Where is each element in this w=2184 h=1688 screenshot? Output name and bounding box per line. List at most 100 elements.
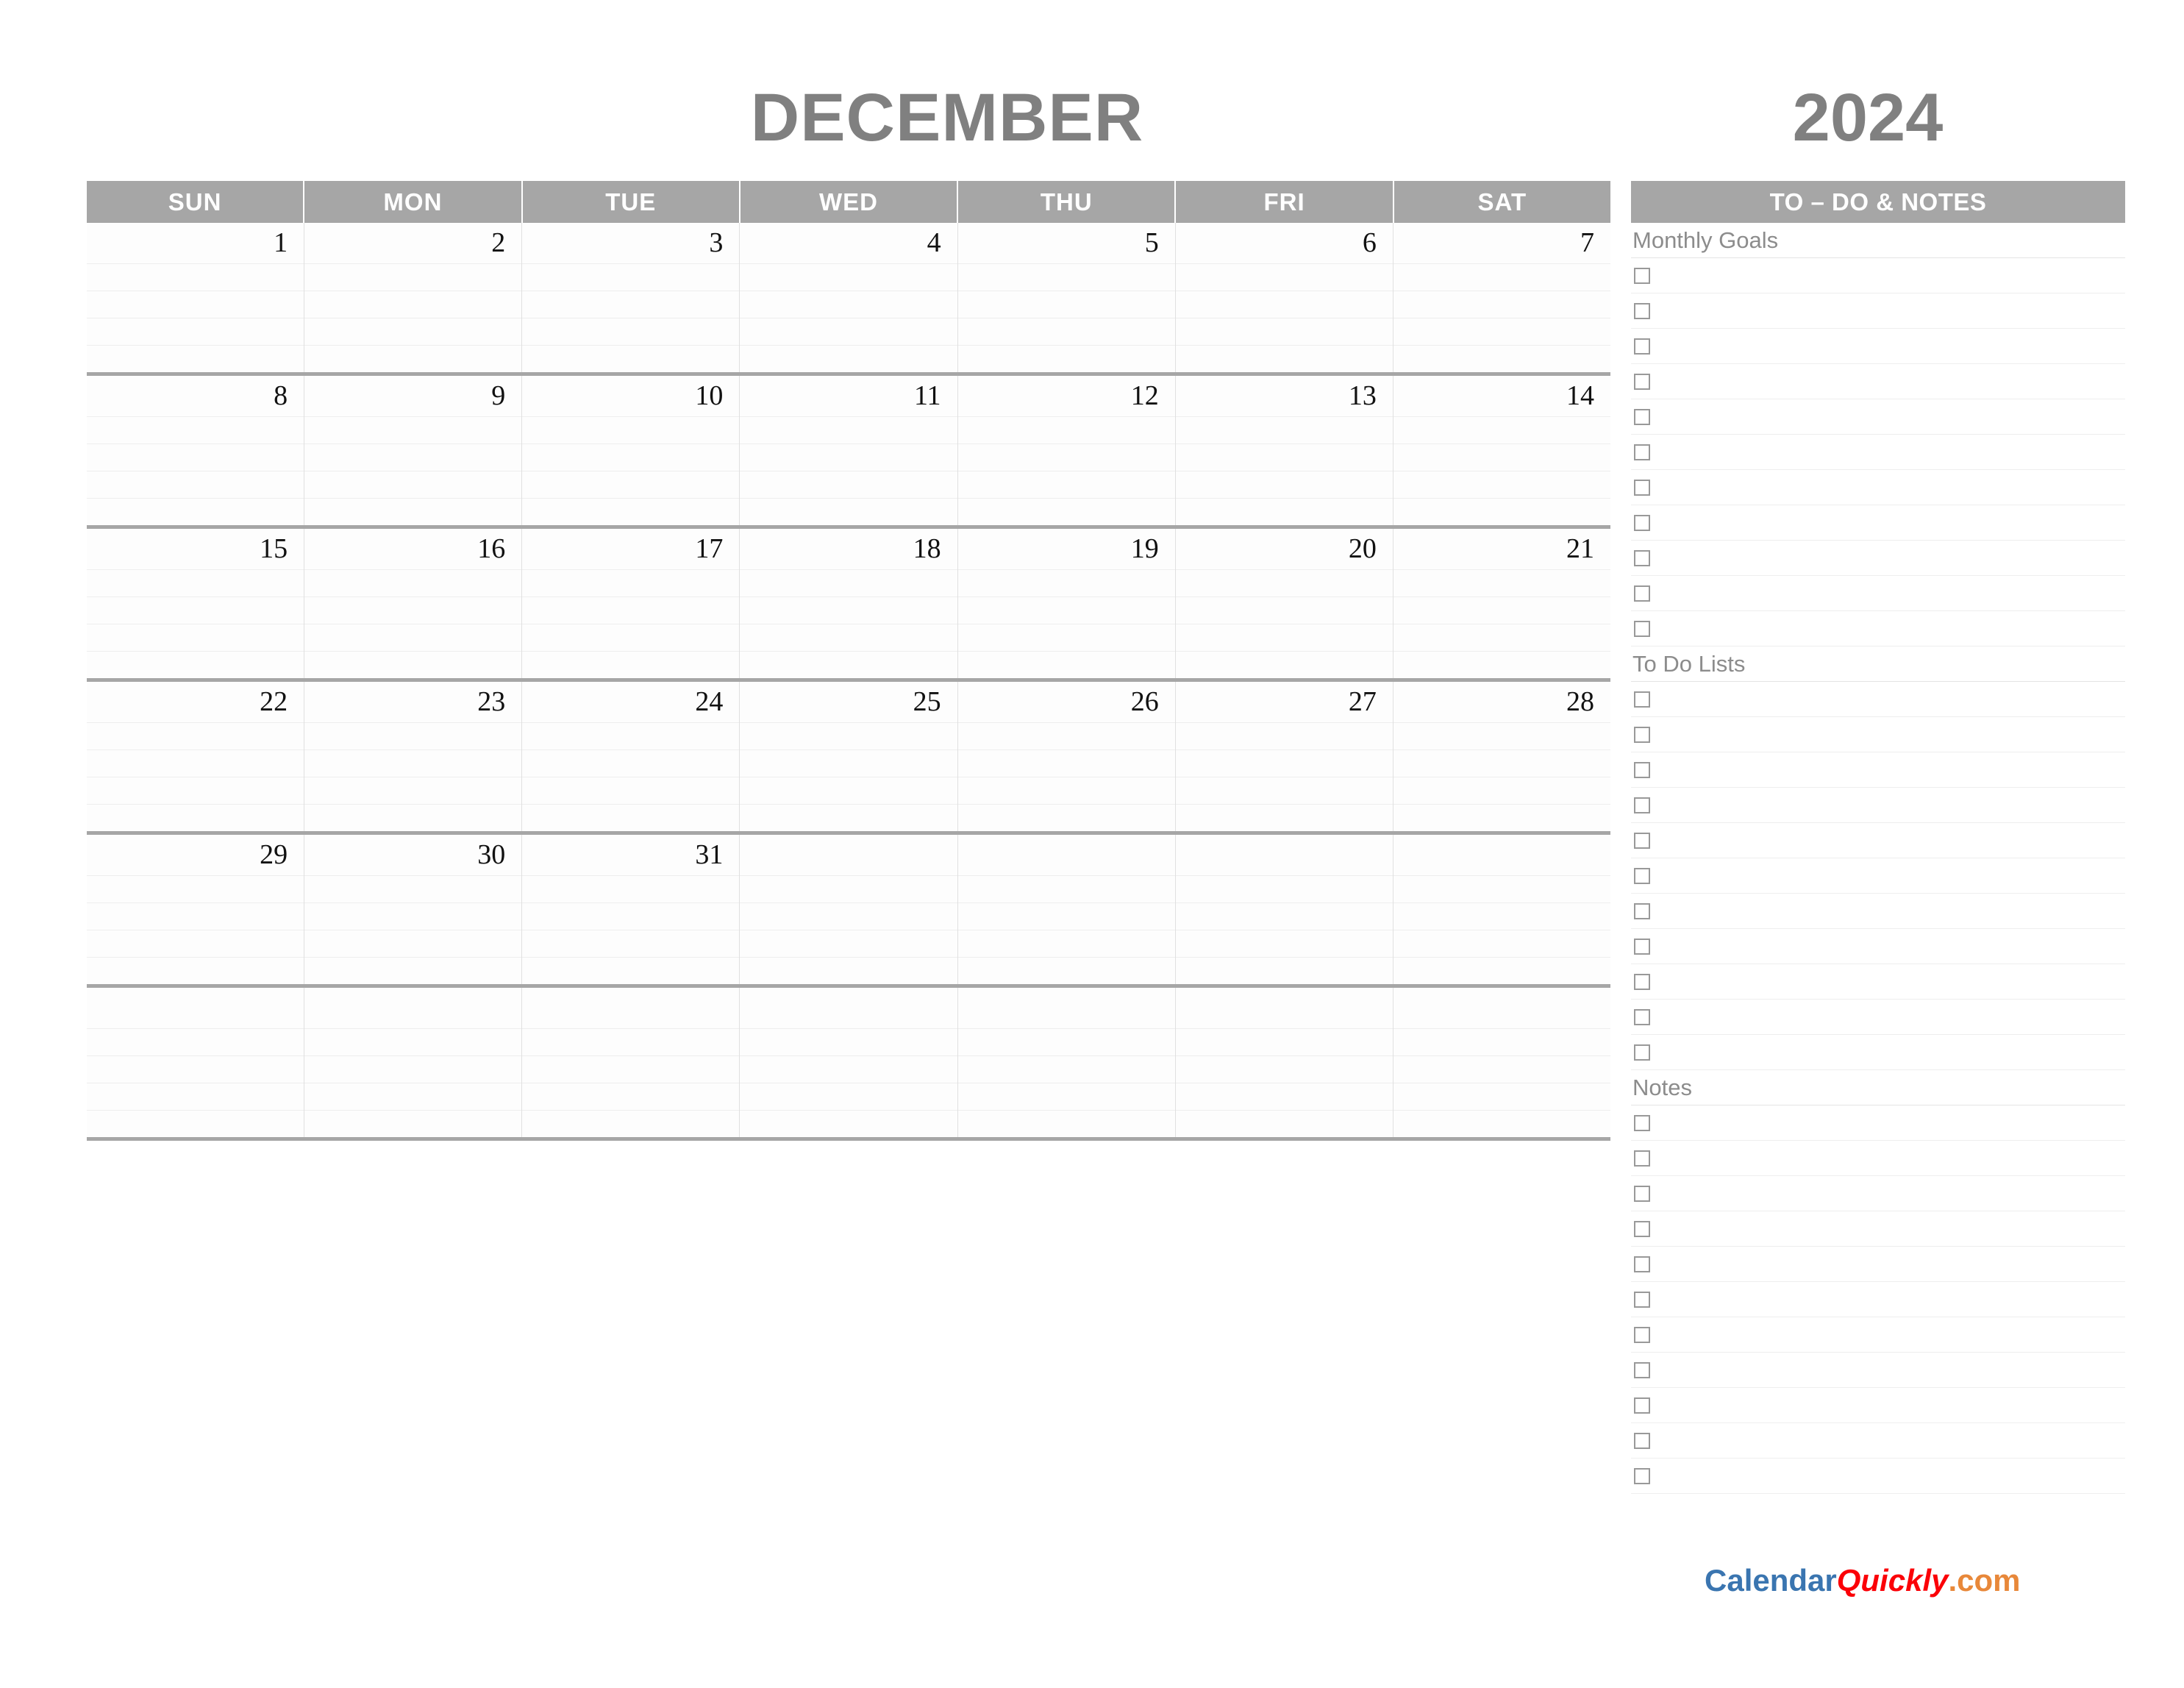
day-write-line[interactable] xyxy=(1175,624,1393,651)
day-cell-11[interactable]: 11 xyxy=(740,376,958,525)
day-write-line[interactable] xyxy=(1175,263,1393,291)
checklist-row[interactable] xyxy=(1631,858,2125,894)
day-write-line[interactable] xyxy=(1393,651,1610,678)
day-write-line[interactable] xyxy=(304,471,522,498)
day-write-line[interactable] xyxy=(87,1055,304,1083)
day-cell-empty[interactable] xyxy=(1393,988,1610,1137)
day-write-line[interactable] xyxy=(87,777,304,804)
day-write-line[interactable] xyxy=(957,291,1175,318)
checklist-row[interactable] xyxy=(1631,1035,2125,1070)
day-write-line[interactable] xyxy=(522,569,740,597)
day-write-line[interactable] xyxy=(87,444,304,471)
day-write-line[interactable] xyxy=(1175,1083,1393,1110)
checklist-write-area[interactable] xyxy=(1650,470,2125,505)
checklist-row[interactable] xyxy=(1631,470,2125,505)
checkbox-icon[interactable] xyxy=(1634,1185,1650,1202)
day-cell-30[interactable]: 30 xyxy=(304,835,523,984)
day-write-line[interactable] xyxy=(1175,444,1393,471)
day-write-line[interactable] xyxy=(957,1028,1175,1055)
checklist-write-area[interactable] xyxy=(1650,329,2125,363)
day-cell-16[interactable]: 16 xyxy=(304,529,523,678)
day-write-line[interactable] xyxy=(522,875,740,902)
day-write-line[interactable] xyxy=(304,1055,522,1083)
day-write-line[interactable] xyxy=(740,498,957,525)
day-cell-15[interactable]: 15 xyxy=(87,529,305,678)
day-write-line[interactable] xyxy=(1393,1110,1610,1137)
day-write-line[interactable] xyxy=(1175,569,1393,597)
day-write-line[interactable] xyxy=(522,624,740,651)
day-cell-19[interactable]: 19 xyxy=(957,529,1176,678)
day-cell-3[interactable]: 3 xyxy=(522,223,741,372)
day-write-line[interactable] xyxy=(740,624,957,651)
day-write-line[interactable] xyxy=(740,651,957,678)
day-write-line[interactable] xyxy=(957,875,1175,902)
day-write-line[interactable] xyxy=(1175,651,1393,678)
checkbox-icon[interactable] xyxy=(1634,1256,1650,1272)
day-cell-13[interactable]: 13 xyxy=(1175,376,1393,525)
checkbox-icon[interactable] xyxy=(1634,1008,1650,1025)
day-cell-4[interactable]: 4 xyxy=(740,223,958,372)
day-cell-empty[interactable] xyxy=(957,988,1176,1137)
checkbox-icon[interactable] xyxy=(1634,302,1650,319)
day-write-line[interactable] xyxy=(740,749,957,777)
day-write-line[interactable] xyxy=(522,1083,740,1110)
checklist-row[interactable] xyxy=(1631,717,2125,752)
day-cell-17[interactable]: 17 xyxy=(522,529,741,678)
day-write-line[interactable] xyxy=(740,1055,957,1083)
day-write-line[interactable] xyxy=(740,291,957,318)
day-write-line[interactable] xyxy=(740,416,957,444)
day-write-line[interactable] xyxy=(1175,749,1393,777)
day-write-line[interactable] xyxy=(304,875,522,902)
day-write-line[interactable] xyxy=(957,722,1175,749)
checklist-write-area[interactable] xyxy=(1650,752,2125,787)
day-write-line[interactable] xyxy=(87,1110,304,1137)
day-write-line[interactable] xyxy=(740,804,957,831)
checklist-write-area[interactable] xyxy=(1650,576,2125,610)
day-cell-29[interactable]: 29 xyxy=(87,835,305,984)
day-write-line[interactable] xyxy=(522,471,740,498)
day-write-line[interactable] xyxy=(304,498,522,525)
day-write-line[interactable] xyxy=(1393,444,1610,471)
checkbox-icon[interactable] xyxy=(1634,832,1650,849)
day-write-line[interactable] xyxy=(522,1110,740,1137)
checklist-write-area[interactable] xyxy=(1650,258,2125,293)
day-write-line[interactable] xyxy=(957,957,1175,984)
checklist-row[interactable] xyxy=(1631,1423,2125,1459)
checklist-write-area[interactable] xyxy=(1650,1459,2125,1493)
day-write-line[interactable] xyxy=(1393,263,1610,291)
checklist-row[interactable] xyxy=(1631,1247,2125,1282)
checklist-row[interactable] xyxy=(1631,929,2125,964)
day-write-line[interactable] xyxy=(957,597,1175,624)
day-write-line[interactable] xyxy=(1393,471,1610,498)
day-write-line[interactable] xyxy=(304,569,522,597)
day-write-line[interactable] xyxy=(522,345,740,372)
day-write-line[interactable] xyxy=(522,444,740,471)
checklist-write-area[interactable] xyxy=(1650,364,2125,399)
checkbox-icon[interactable] xyxy=(1634,1150,1650,1167)
day-write-line[interactable] xyxy=(740,875,957,902)
day-write-line[interactable] xyxy=(87,1028,304,1055)
day-write-line[interactable] xyxy=(957,1110,1175,1137)
day-cell-empty[interactable] xyxy=(957,835,1176,984)
day-cell-31[interactable]: 31 xyxy=(522,835,741,984)
day-write-line[interactable] xyxy=(1393,345,1610,372)
day-write-line[interactable] xyxy=(1393,624,1610,651)
day-write-line[interactable] xyxy=(740,777,957,804)
day-write-line[interactable] xyxy=(87,902,304,930)
day-write-line[interactable] xyxy=(1393,569,1610,597)
day-write-line[interactable] xyxy=(1175,957,1393,984)
day-cell-18[interactable]: 18 xyxy=(740,529,958,678)
checkbox-icon[interactable] xyxy=(1634,1397,1650,1414)
day-write-line[interactable] xyxy=(304,988,521,1028)
day-write-line[interactable] xyxy=(522,1055,740,1083)
checkbox-icon[interactable] xyxy=(1634,620,1650,637)
day-cell-20[interactable]: 20 xyxy=(1175,529,1393,678)
day-write-line[interactable] xyxy=(87,263,304,291)
day-write-line[interactable] xyxy=(740,902,957,930)
day-write-line[interactable] xyxy=(740,444,957,471)
checklist-write-area[interactable] xyxy=(1650,1317,2125,1352)
checkbox-icon[interactable] xyxy=(1634,938,1650,955)
checkbox-icon[interactable] xyxy=(1634,867,1650,884)
checklist-write-area[interactable] xyxy=(1650,894,2125,928)
checklist-row[interactable] xyxy=(1631,576,2125,611)
